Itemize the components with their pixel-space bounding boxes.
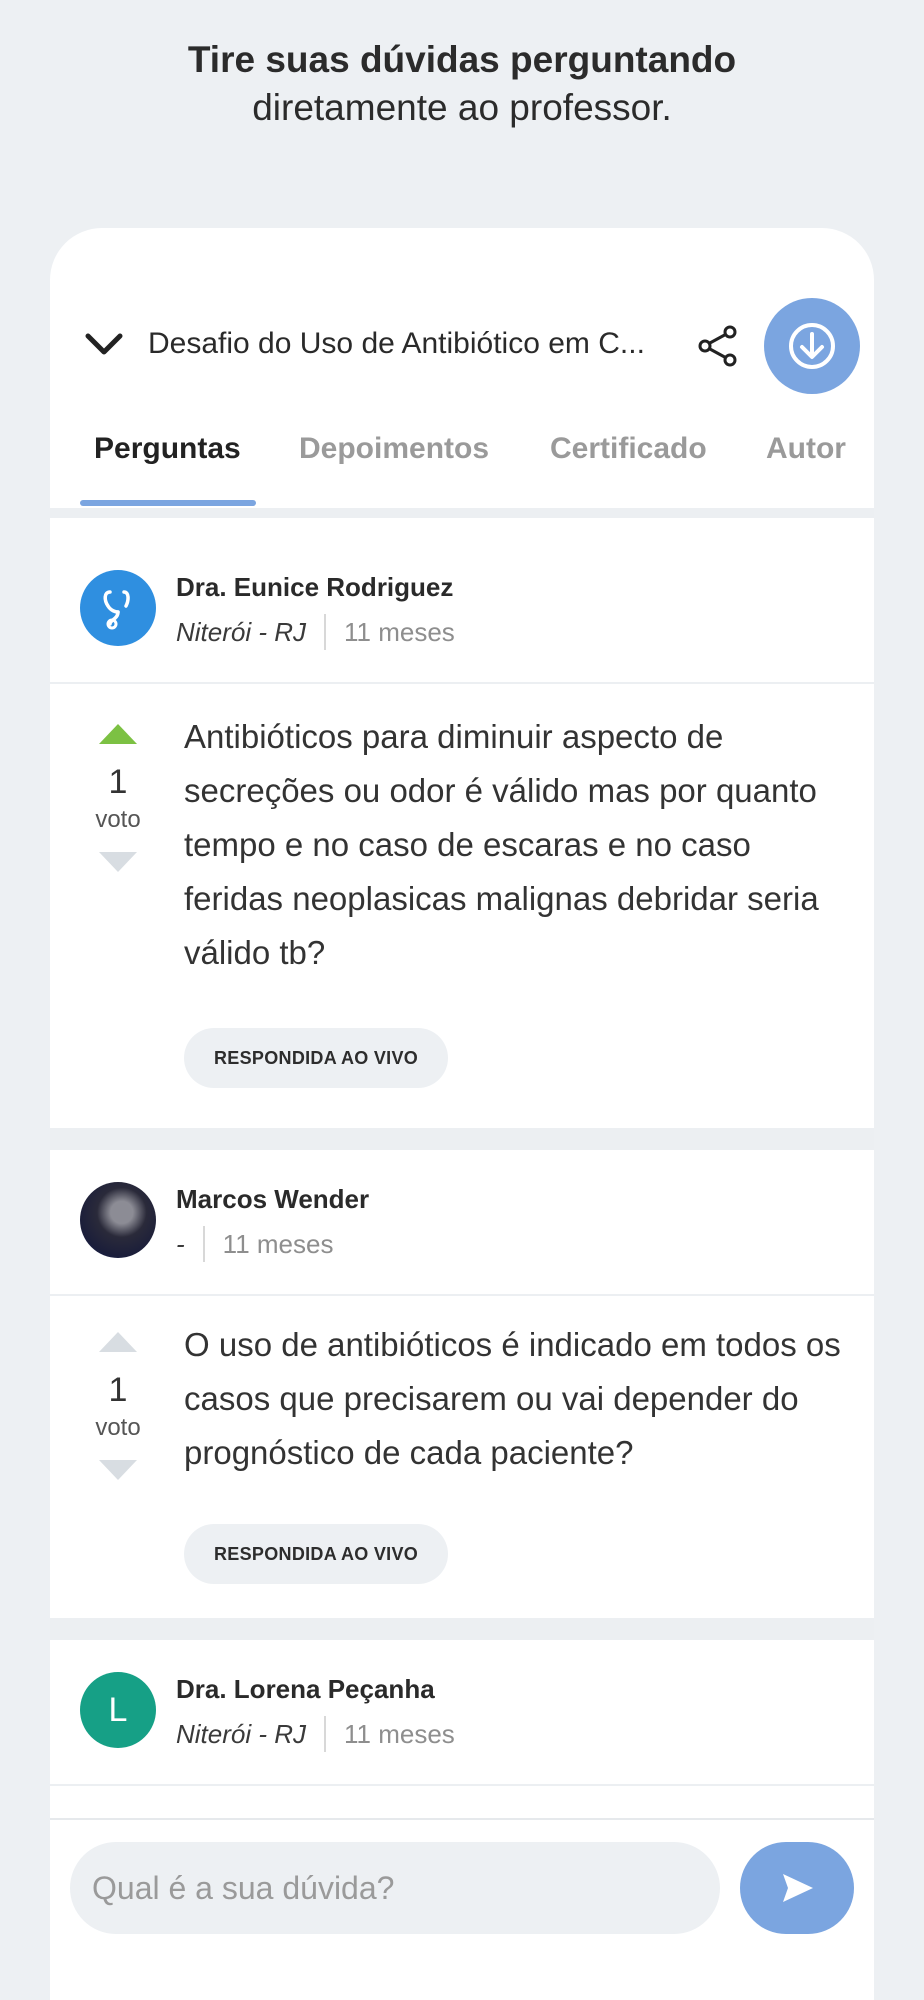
- question-card: L Dra. Lorena Peçanha Niterói - RJ 11 me…: [50, 1640, 874, 1818]
- vote-label: voto: [95, 1414, 141, 1441]
- promo-headline-normal: diretamente ao professor.: [252, 87, 672, 128]
- question-input[interactable]: [70, 1842, 720, 1934]
- tab-certificado[interactable]: Certificado: [550, 432, 707, 466]
- answered-live-badge: RESPONDIDA AO VIVO: [184, 1028, 449, 1088]
- vote-widget: 1 voto: [80, 724, 156, 872]
- app-card: Desafio do Uso de Antibiótico em C... Pe…: [50, 228, 874, 2000]
- question-time: 11 meses: [344, 1718, 455, 1749]
- avatar[interactable]: [80, 570, 156, 646]
- active-tab-indicator: [80, 500, 256, 506]
- stethoscope-icon: [103, 590, 130, 630]
- author-name[interactable]: Dra. Lorena Peçanha: [176, 1674, 435, 1705]
- tab-autor[interactable]: Autor: [766, 432, 846, 466]
- tab-bar: Perguntas Depoimentos Certificado Autor: [50, 396, 874, 518]
- author-location: -: [176, 1228, 185, 1259]
- question-text: Antibióticos para diminuir aspecto de se…: [184, 718, 819, 971]
- vote-label: voto: [95, 806, 141, 833]
- author-name[interactable]: Dra. Eunice Rodriguez: [176, 572, 453, 603]
- vote-count: 1: [108, 1371, 128, 1409]
- meta-divider: [324, 614, 327, 650]
- author-name[interactable]: Marcos Wender: [176, 1184, 369, 1215]
- share-button[interactable]: [690, 318, 746, 374]
- meta-divider: [324, 1716, 327, 1752]
- chevron-down-icon[interactable]: [84, 330, 124, 360]
- downvote-arrow-icon[interactable]: [99, 852, 137, 872]
- question-author: Dra. Eunice Rodriguez Niterói - RJ 11 me…: [50, 538, 874, 684]
- upvote-arrow-icon[interactable]: [99, 724, 137, 744]
- author-location: Niterói - RJ: [176, 616, 307, 647]
- download-button[interactable]: [764, 298, 860, 394]
- meta-divider: [202, 1226, 205, 1262]
- tab-depoimentos[interactable]: Depoimentos: [299, 432, 489, 466]
- vote-count: 1: [108, 763, 128, 801]
- tab-perguntas[interactable]: Perguntas: [94, 432, 241, 466]
- share-icon: [698, 325, 737, 367]
- send-icon: [783, 1874, 813, 1902]
- question-separator: [50, 1128, 874, 1150]
- question-author: L Dra. Lorena Peçanha Niterói - RJ 11 me…: [50, 1640, 874, 1786]
- upvote-arrow-icon[interactable]: [99, 1332, 137, 1352]
- author-meta: Niterói - RJ 11 meses: [176, 614, 455, 650]
- promo-headline-bold: Tire suas dúvidas perguntando: [187, 39, 737, 80]
- question-time: 11 meses: [344, 616, 455, 647]
- downvote-arrow-icon[interactable]: [99, 1460, 137, 1480]
- avatar[interactable]: L: [80, 1672, 156, 1748]
- author-location: Niterói - RJ: [176, 1718, 307, 1749]
- avatar[interactable]: [80, 1182, 156, 1258]
- author-meta: - 11 meses: [176, 1226, 333, 1262]
- question-card: Dra. Eunice Rodriguez Niterói - RJ 11 me…: [50, 538, 874, 1128]
- vote-widget: 1 voto: [80, 1332, 156, 1480]
- send-button[interactable]: [740, 1842, 854, 1934]
- course-title[interactable]: Desafio do Uso de Antibiótico em C...: [148, 322, 668, 366]
- download-icon: [789, 323, 835, 369]
- course-header: Desafio do Uso de Antibiótico em C...: [50, 228, 874, 396]
- question-time: 11 meses: [222, 1228, 334, 1259]
- question-author: Marcos Wender - 11 meses: [50, 1150, 874, 1296]
- question-separator: [50, 1618, 874, 1640]
- promo-headline: Tire suas dúvidas perguntando diretament…: [0, 36, 924, 132]
- question-composer: [50, 1818, 874, 2000]
- answered-live-badge: RESPONDIDA AO VIVO: [184, 1524, 449, 1584]
- question-text: O uso de antibióticos é indicado em todo…: [184, 1326, 841, 1471]
- author-meta: Niterói - RJ 11 meses: [176, 1716, 455, 1752]
